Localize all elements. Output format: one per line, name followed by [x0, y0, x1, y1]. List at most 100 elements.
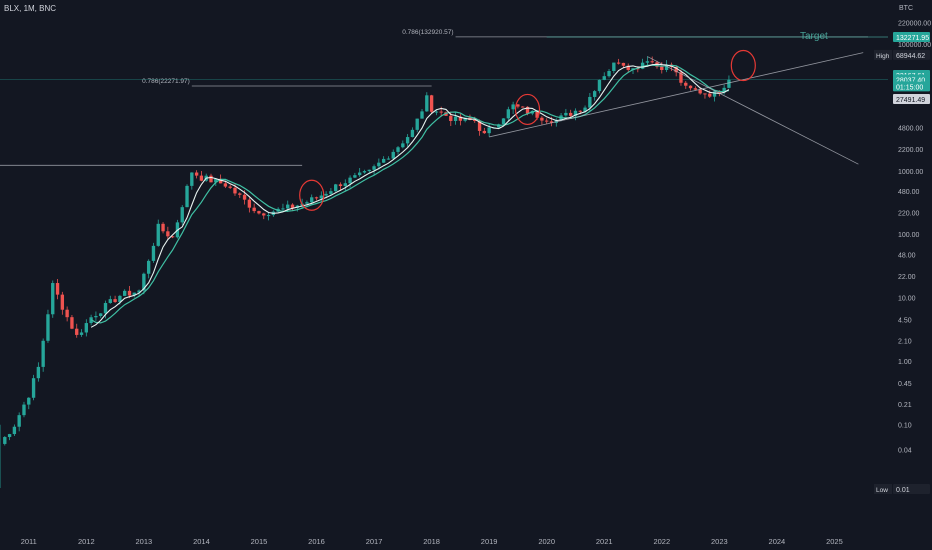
- candle: [99, 313, 103, 317]
- candle: [602, 76, 606, 80]
- highlight-circles: [299, 49, 756, 211]
- candle: [660, 66, 664, 70]
- y-tick-label: 1.00: [898, 359, 912, 366]
- candle: [367, 169, 371, 172]
- candle: [501, 118, 506, 125]
- x-tick-label: 2021: [596, 537, 613, 546]
- y-tick-label: 220000.00: [898, 21, 931, 28]
- price-tag: 132271.95: [896, 35, 929, 42]
- candle: [127, 290, 132, 296]
- candle: [51, 283, 55, 315]
- x-tick-label: 2023: [711, 537, 728, 546]
- candle: [645, 61, 650, 63]
- price-tag: 0.01: [896, 487, 910, 494]
- y-tick-label: 0.21: [898, 402, 912, 409]
- candle: [516, 104, 520, 107]
- x-tick-label: 2024: [769, 537, 786, 546]
- candle: [545, 120, 549, 122]
- x-tick-label: 2017: [366, 537, 383, 546]
- y-tick-label: 2200.00: [898, 147, 923, 154]
- candle: [612, 62, 616, 72]
- candle: [305, 202, 309, 204]
- candle: [17, 415, 21, 427]
- candle: [185, 185, 189, 208]
- x-tick-label: 2019: [481, 537, 498, 546]
- candle: [247, 199, 252, 208]
- candle: [410, 129, 415, 138]
- candle: [7, 434, 12, 438]
- candle: [420, 111, 424, 119]
- candle: [396, 147, 400, 152]
- candle: [190, 172, 194, 186]
- candle: [386, 158, 391, 160]
- candle: [343, 183, 347, 187]
- candle: [434, 111, 439, 113]
- candle: [151, 245, 156, 261]
- candle: [708, 93, 712, 97]
- candle: [592, 91, 597, 97]
- price-chart[interactable]: 0.786(1247.98)0.786(22271.97)0.786(13292…: [0, 0, 932, 550]
- symbol-header: BLX, 1M, BNC: [4, 4, 57, 13]
- candle: [405, 137, 410, 144]
- candle: [353, 175, 357, 178]
- candle: [698, 89, 702, 94]
- candle: [540, 117, 544, 121]
- candle: [94, 316, 98, 318]
- candle: [22, 404, 26, 416]
- currency-label: BTC: [899, 5, 913, 12]
- candle: [401, 143, 405, 148]
- x-tick-label: 2020: [538, 537, 555, 546]
- candle: [381, 158, 386, 163]
- price-tag-label: Low: [876, 487, 888, 494]
- candle: [597, 79, 602, 92]
- candle: [103, 302, 108, 314]
- candle: [55, 283, 60, 295]
- x-tick-label: 2014: [193, 537, 210, 546]
- price-tag: 27491.49: [896, 97, 925, 104]
- candle: [262, 213, 266, 216]
- candle: [487, 127, 491, 134]
- candle: [266, 215, 271, 217]
- candle: [223, 183, 228, 187]
- y-tick-label: 0.45: [898, 381, 912, 388]
- candle: [415, 118, 419, 130]
- candle: [391, 151, 395, 159]
- y-tick-label: 0.04: [898, 448, 912, 455]
- x-tick-label: 2012: [78, 537, 95, 546]
- candle: [233, 187, 237, 194]
- candle: [357, 172, 362, 176]
- candle: [693, 88, 698, 90]
- candle: [161, 223, 165, 232]
- candle: [429, 95, 434, 112]
- candle: [607, 71, 611, 77]
- candle: [3, 437, 7, 444]
- x-tick-label: 2025: [826, 537, 843, 546]
- candle: [281, 208, 285, 210]
- x-tick-label: 2016: [308, 537, 325, 546]
- y-tick-label: 1000.00: [898, 169, 923, 176]
- candle: [36, 366, 41, 379]
- x-tick-label: 2011: [21, 537, 37, 546]
- x-tick-label: 2013: [136, 537, 153, 546]
- candle: [712, 91, 717, 97]
- y-tick-label: 100000.00: [898, 42, 931, 49]
- candle: [257, 211, 261, 214]
- candle: [27, 397, 31, 405]
- candle: [238, 193, 242, 195]
- candle: [84, 323, 88, 333]
- candle: [108, 299, 112, 303]
- candle: [684, 82, 688, 86]
- candle: [568, 112, 573, 116]
- candle: [286, 204, 290, 209]
- candle: [290, 204, 295, 208]
- x-axis[interactable]: 2011 2012 2013 2014 2015 2016 2017 2018 2019 2020…: [21, 537, 843, 546]
- candle: [650, 61, 654, 63]
- y-tick-label: 48.00: [898, 252, 916, 259]
- candle: [46, 314, 50, 341]
- candle: [319, 195, 323, 199]
- target-label: Target: [800, 31, 828, 42]
- y-tick-label: 10.00: [898, 296, 916, 303]
- candle: [31, 378, 36, 398]
- candle: [727, 79, 731, 88]
- candle: [703, 93, 707, 95]
